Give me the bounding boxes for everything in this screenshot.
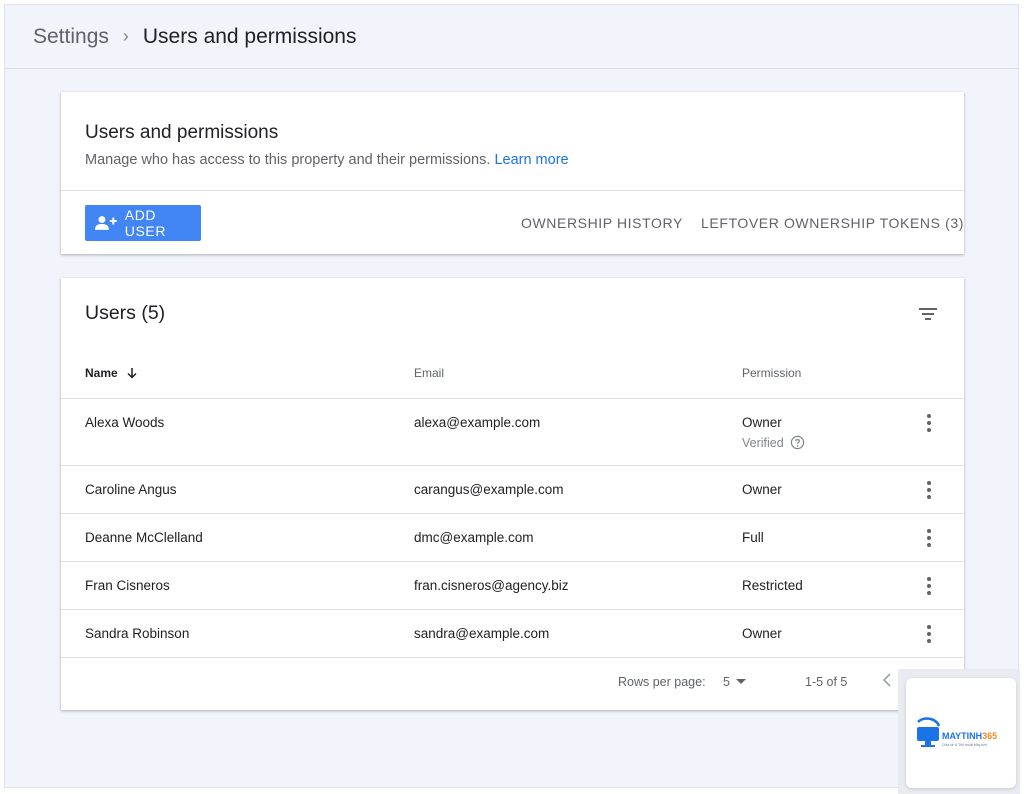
user-email: carangus@example.com (414, 482, 564, 497)
app-frame: Settings › Users and permissions Users a… (4, 4, 1019, 788)
user-name: Fran Cisneros (85, 578, 170, 593)
arrow-down-icon (127, 368, 137, 379)
watermark-card: MAYTINH365 Chia sẻ & Thủ thuật Máy tính (906, 678, 1016, 788)
user-permission: Owner (742, 482, 782, 497)
user-permission: Full (742, 530, 764, 545)
watermark: MAYTINH365 Chia sẻ & Thủ thuật Máy tính (898, 669, 1020, 794)
table-pagination: Rows per page: 5 1-5 of 5 (61, 668, 964, 698)
user-permission: Owner (742, 626, 782, 641)
add-user-icon (95, 216, 117, 230)
table-header: Name Email Permission (61, 348, 964, 399)
user-email: dmc@example.com (414, 530, 534, 545)
user-permission: Owner (742, 415, 782, 430)
column-header-permission[interactable]: Permission (742, 366, 801, 380)
users-table-card: Users (5) Name Email Permission Alexa Wo… (61, 278, 964, 710)
more-vert-icon[interactable] (922, 624, 936, 644)
user-name: Sandra Robinson (85, 626, 190, 641)
dropdown-arrow-icon (735, 679, 746, 684)
more-vert-icon[interactable] (922, 528, 936, 548)
add-user-label: ADD USER (124, 207, 167, 239)
user-permission: Restricted (742, 578, 803, 593)
users-count-title: Users (5) (85, 302, 166, 324)
help-icon[interactable] (790, 435, 805, 450)
table-row[interactable]: Caroline Angus carangus@example.com Owne… (61, 466, 964, 514)
verified-label: Verified (742, 435, 784, 450)
rows-per-page-value: 5 (723, 675, 730, 689)
breadcrumb-settings[interactable]: Settings (33, 25, 109, 49)
monitor-logo-icon (917, 717, 941, 747)
verified-status: Verified (742, 435, 805, 450)
user-name: Deanne McClelland (85, 530, 203, 545)
user-name: Alexa Woods (85, 415, 165, 430)
column-header-name[interactable]: Name (85, 366, 138, 380)
watermark-brand-b: 365 (982, 731, 998, 741)
rows-per-page-select[interactable]: 5 (723, 675, 746, 689)
breadcrumb: Settings › Users and permissions (5, 5, 1018, 69)
table-row[interactable]: Fran Cisneros fran.cisneros@agency.biz R… (61, 562, 964, 610)
chevron-right-icon: › (122, 26, 129, 46)
pagination-range: 1-5 of 5 (805, 675, 848, 689)
user-name: Caroline Angus (85, 482, 177, 497)
table-row[interactable]: Deanne McClelland dmc@example.com Full (61, 514, 964, 562)
more-vert-icon[interactable] (922, 480, 936, 500)
user-email: alexa@example.com (414, 415, 541, 430)
rows-per-page-label: Rows per page: (618, 675, 706, 689)
user-email: fran.cisneros@agency.biz (414, 578, 569, 593)
chevron-left-icon[interactable] (882, 672, 892, 688)
card-title: Users and permissions (85, 122, 279, 143)
page-title: Users and permissions (142, 24, 357, 48)
card-description: Manage who has access to this property a… (85, 152, 569, 168)
description-text: Manage who has access to this property a… (85, 152, 491, 168)
divider (61, 190, 964, 191)
watermark-tagline: Chia sẻ & Thủ thuật Máy tính (942, 743, 988, 747)
table-row[interactable]: Alexa Woods alexa@example.com Owner Veri… (61, 399, 964, 466)
more-vert-icon[interactable] (922, 576, 936, 596)
watermark-brand-a: MAYTINH (942, 731, 983, 741)
users-permissions-header-card: Users and permissions Manage who has acc… (61, 92, 964, 254)
table-row[interactable]: Sandra Robinson sandra@example.com Owner (61, 610, 964, 658)
leftover-ownership-tokens-button[interactable]: LEFTOVER OWNERSHIP TOKENS (3) (701, 215, 964, 231)
watermark-brand: MAYTINH365 (942, 731, 997, 741)
user-email: sandra@example.com (414, 626, 550, 641)
filter-icon[interactable] (916, 302, 940, 326)
column-name-label: Name (85, 366, 118, 380)
add-user-button[interactable]: ADD USER (85, 205, 201, 241)
column-header-email[interactable]: Email (414, 366, 444, 380)
learn-more-link[interactable]: Learn more (494, 152, 568, 168)
more-vert-icon[interactable] (922, 413, 936, 433)
ownership-history-button[interactable]: OWNERSHIP HISTORY (521, 215, 683, 231)
